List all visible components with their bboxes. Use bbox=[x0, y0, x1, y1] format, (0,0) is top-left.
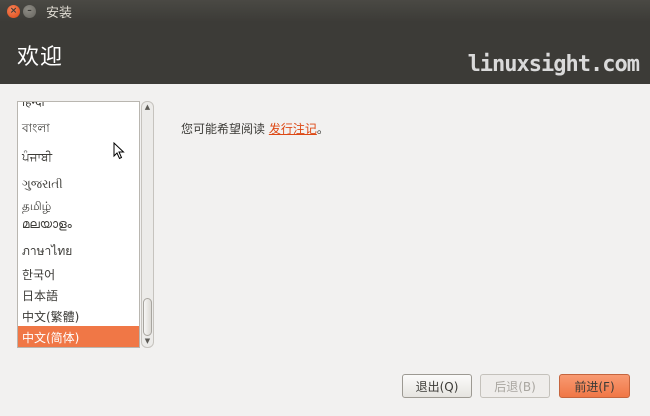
list-item[interactable]: हिन्दी bbox=[18, 102, 139, 112]
quit-button[interactable]: 退出(Q) bbox=[402, 374, 472, 398]
forward-button[interactable]: 前进(F) bbox=[559, 374, 630, 398]
list-item-selected[interactable]: 中文(简体) bbox=[18, 326, 139, 347]
page-title: 欢迎 bbox=[17, 45, 64, 70]
watermark: linuxsight.com bbox=[467, 52, 640, 77]
scroll-down-icon[interactable]: ▼ bbox=[143, 337, 152, 346]
list-item[interactable]: ગુજરાતી bbox=[18, 173, 139, 195]
mouse-cursor-icon bbox=[113, 142, 125, 160]
scroll-up-icon[interactable]: ▲ bbox=[143, 103, 152, 112]
release-notes-text: 您可能希望阅读 发行注记。 bbox=[181, 120, 329, 137]
language-list[interactable]: हिन्दी বাংলা ਪੰਜਾਬੀ ગુજરાતી தமிழ் മലയാളം… bbox=[17, 101, 140, 348]
list-item[interactable]: 中文(繁體) bbox=[18, 305, 139, 327]
notes-suffix: 。 bbox=[316, 122, 329, 136]
list-item[interactable]: বাংলা bbox=[18, 119, 139, 141]
list-item[interactable]: 한국어 bbox=[18, 263, 139, 285]
list-item[interactable]: 日本語 bbox=[18, 284, 139, 306]
header-banner: 欢迎 linuxsight.com bbox=[0, 22, 650, 84]
list-item[interactable]: ภาษาไทย bbox=[18, 240, 139, 262]
list-scrollbar[interactable]: ▲ ▼ bbox=[141, 101, 154, 348]
window-title: 安装 bbox=[46, 5, 73, 21]
close-icon[interactable]: × bbox=[7, 4, 20, 18]
title-bar: × – 安装 bbox=[0, 0, 650, 22]
release-notes-link[interactable]: 发行注记 bbox=[269, 122, 317, 136]
notes-prefix: 您可能希望阅读 bbox=[181, 122, 269, 136]
list-item[interactable]: മലയാളം bbox=[18, 213, 139, 235]
back-button[interactable]: 后退(B) bbox=[480, 374, 550, 398]
scroll-thumb[interactable] bbox=[143, 298, 152, 336]
minimize-icon[interactable]: – bbox=[23, 4, 36, 18]
